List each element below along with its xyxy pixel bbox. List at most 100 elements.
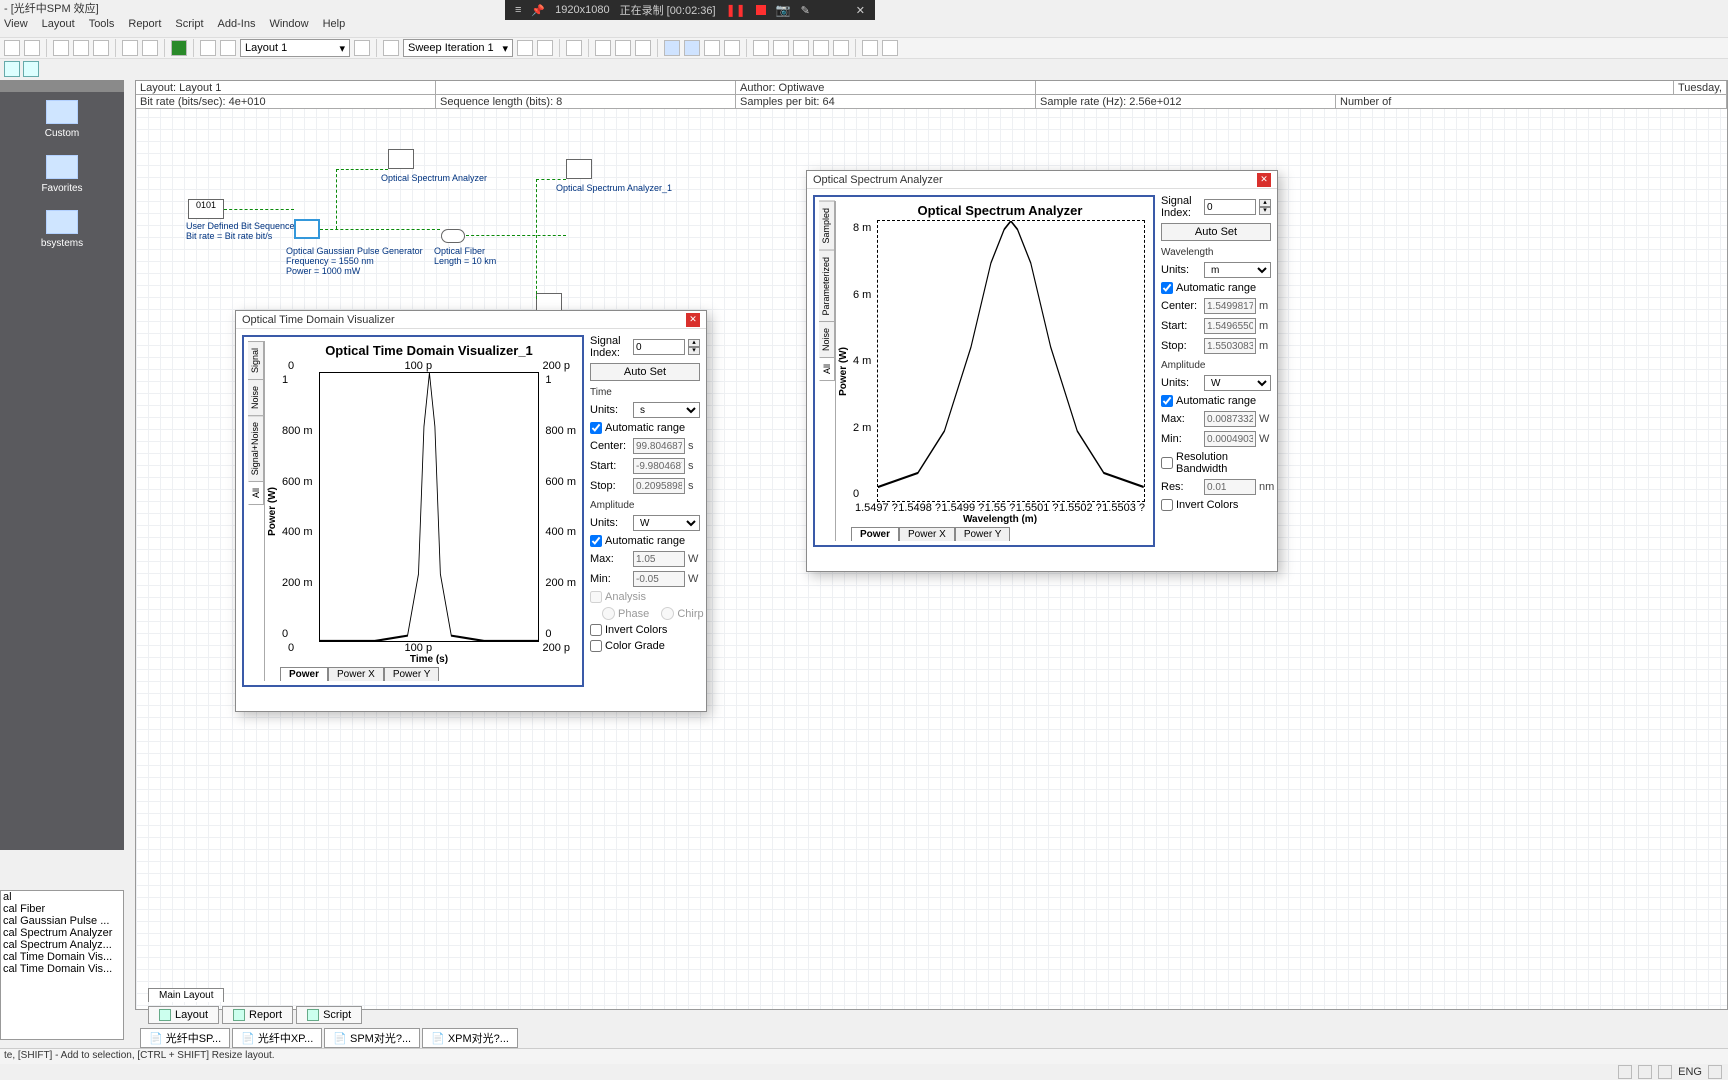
block-gaussian[interactable] [294, 219, 320, 239]
vtab-all[interactable]: All [248, 481, 264, 505]
color-grade-check[interactable] [590, 640, 602, 652]
sweep-icon[interactable] [383, 40, 399, 56]
tab-layout[interactable]: Layout [148, 1006, 219, 1024]
volume-icon[interactable] [1708, 1065, 1722, 1079]
close-icon[interactable]: ✕ [1257, 173, 1271, 187]
vtab-noise[interactable]: Noise [248, 379, 264, 416]
file-tab-0[interactable]: 📄光纤中SP... [140, 1028, 230, 1048]
grid4-icon[interactable] [724, 40, 740, 56]
layout-opts-icon[interactable] [354, 40, 370, 56]
dialog-titlebar[interactable]: Optical Spectrum Analyzer ✕ [807, 171, 1277, 189]
vtab-noise[interactable]: Noise [819, 321, 835, 358]
btab-powerx[interactable]: Power X [328, 667, 384, 681]
vtab-sampled[interactable]: Sampled [819, 201, 835, 251]
home-icon[interactable] [4, 61, 20, 77]
wl-center[interactable] [1204, 298, 1256, 314]
monitor-icon[interactable] [566, 40, 582, 56]
btab-powery[interactable]: Power Y [384, 667, 440, 681]
auto-set-button[interactable]: Auto Set [590, 363, 700, 381]
close-icon[interactable]: ✕ [686, 313, 700, 327]
export2-icon[interactable] [882, 40, 898, 56]
hamburger-icon[interactable]: ≡ [515, 4, 521, 16]
block-osa[interactable] [388, 149, 414, 169]
align2-icon[interactable] [773, 40, 789, 56]
align3-icon[interactable] [793, 40, 809, 56]
btab-power[interactable]: Power [280, 667, 328, 681]
block-osa1[interactable] [566, 159, 592, 179]
signal-index-input[interactable] [1204, 199, 1256, 215]
rbw-check[interactable] [1161, 457, 1173, 469]
save-icon[interactable] [4, 40, 20, 56]
menu-window[interactable]: Window [269, 18, 308, 36]
redo-icon[interactable] [142, 40, 158, 56]
amp-min[interactable] [633, 571, 685, 587]
sweep-next-icon[interactable] [537, 40, 553, 56]
sidebar-item-custom[interactable]: Custom [0, 92, 124, 147]
dialog-titlebar[interactable]: Optical Time Domain Visualizer ✕ [236, 311, 706, 329]
amp-units-select[interactable]: W [1204, 375, 1271, 391]
export1-icon[interactable] [862, 40, 878, 56]
vtab-all[interactable]: All [819, 357, 835, 381]
sidebar-item-subsystems[interactable]: bsystems [0, 202, 124, 257]
layout-combo[interactable]: Layout 1▾ [240, 39, 350, 57]
recbar-close-icon[interactable]: ✕ [856, 4, 865, 17]
wl-units-select[interactable]: m [1204, 262, 1271, 278]
copy-icon[interactable] [73, 40, 89, 56]
folder-icon[interactable] [23, 61, 39, 77]
lang-indicator[interactable]: ENG [1678, 1066, 1702, 1078]
tab-main-layout[interactable]: Main Layout [148, 988, 224, 1002]
sweep-combo[interactable]: Sweep Iteration 1▾ [403, 39, 513, 57]
time-units-select[interactable]: s [633, 402, 700, 418]
time-autorange-check[interactable] [590, 422, 602, 434]
paste-icon[interactable] [93, 40, 109, 56]
view2-icon[interactable] [615, 40, 631, 56]
amp-min[interactable] [1204, 431, 1256, 447]
sweep-prev-icon[interactable] [517, 40, 533, 56]
stop-icon[interactable] [756, 5, 766, 15]
amp-autorange-check[interactable] [590, 535, 602, 547]
amp-max[interactable] [1204, 411, 1256, 427]
component-list[interactable]: al cal Fiber cal Gaussian Pulse ... cal … [0, 890, 124, 1040]
pause-icon[interactable]: ❚❚ [726, 3, 746, 17]
time-center[interactable] [633, 438, 685, 454]
undo-icon[interactable] [122, 40, 138, 56]
camera-icon[interactable]: 📷 [776, 3, 791, 17]
btab-powerx[interactable]: Power X [899, 527, 955, 541]
time-start[interactable] [633, 458, 685, 474]
vtab-signoise[interactable]: Signal+Noise [248, 415, 264, 482]
res-input[interactable] [1204, 479, 1256, 495]
grid1-icon[interactable] [664, 40, 680, 56]
time-stop[interactable] [633, 478, 685, 494]
spin-down[interactable]: ▾ [688, 347, 700, 355]
grid3-icon[interactable] [704, 40, 720, 56]
time-plot[interactable] [319, 372, 540, 642]
auto-set-button[interactable]: Auto Set [1161, 223, 1271, 241]
menu-script[interactable]: Script [175, 18, 203, 36]
menu-tools[interactable]: Tools [89, 18, 115, 36]
vtab-signal[interactable]: Signal [248, 341, 264, 380]
file-tab-1[interactable]: 📄光纤中XP... [232, 1028, 322, 1048]
file-tab-2[interactable]: 📄SPM对光?... [324, 1028, 420, 1048]
amp-autorange-check[interactable] [1161, 395, 1173, 407]
btab-powery[interactable]: Power Y [955, 527, 1011, 541]
pin-icon[interactable]: 📌 [531, 4, 545, 17]
layout-prev-icon[interactable] [200, 40, 216, 56]
spin-up[interactable]: ▴ [1259, 199, 1271, 207]
menu-report[interactable]: Report [128, 18, 161, 36]
invert-colors-check[interactable] [590, 624, 602, 636]
tray-icon[interactable] [1638, 1065, 1652, 1079]
tray-icon[interactable] [1658, 1065, 1672, 1079]
layout-next-icon[interactable] [220, 40, 236, 56]
pencil-icon[interactable]: ✎ [801, 4, 810, 17]
tray-icon[interactable] [1618, 1065, 1632, 1079]
sidebar-item-favorites[interactable]: Favorites [0, 147, 124, 202]
wl-autorange-check[interactable] [1161, 282, 1173, 294]
signal-index-input[interactable] [633, 339, 685, 355]
block-fiber[interactable] [441, 229, 465, 243]
view3-icon[interactable] [635, 40, 651, 56]
menu-view[interactable]: View [4, 18, 28, 36]
wl-start[interactable] [1204, 318, 1256, 334]
spin-up[interactable]: ▴ [688, 339, 700, 347]
view1-icon[interactable] [595, 40, 611, 56]
invert-colors-check[interactable] [1161, 499, 1173, 511]
